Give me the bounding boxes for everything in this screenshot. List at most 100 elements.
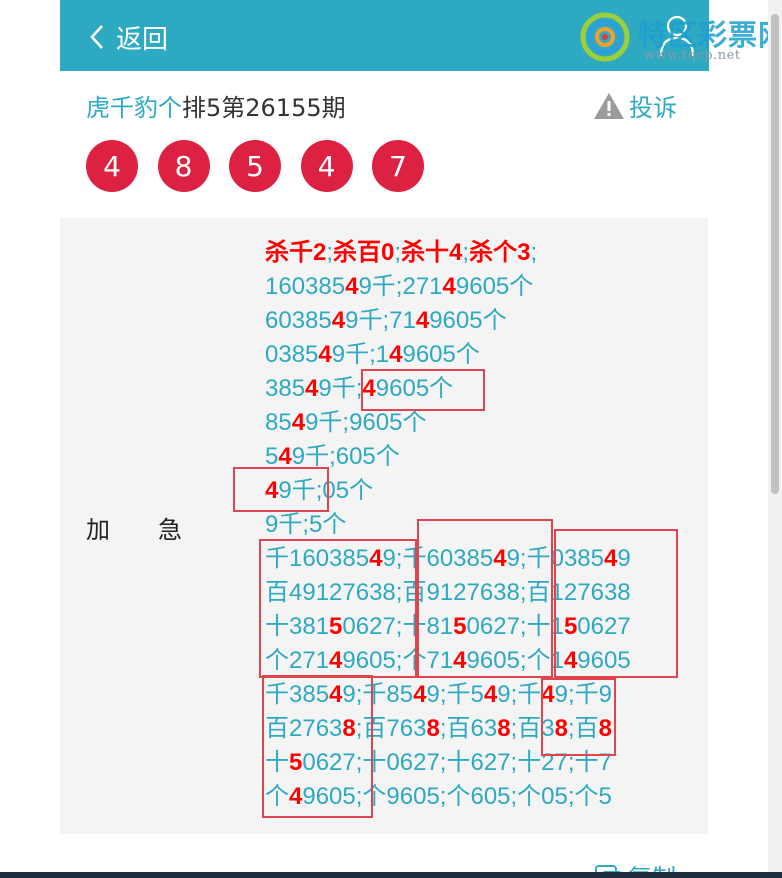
logo-emblem-icon (580, 12, 630, 62)
back-button[interactable]: 返回 (88, 18, 168, 56)
scrollbar-thumb[interactable] (771, 14, 779, 494)
line-text: 9;千 (497, 681, 542, 708)
title-prefix: 虎千豹个 (86, 94, 182, 122)
highlight-digit: 4 (291, 409, 306, 436)
highlight-digit: 4 (278, 443, 292, 470)
highlight-digit: 4 (453, 647, 467, 674)
line-text: 9;千85 (342, 681, 414, 708)
line-text: ;百 (567, 715, 599, 742)
highlight-digit: 4 (389, 341, 403, 368)
highlight-digit: 5 (329, 613, 343, 640)
line-text: 9605个 (375, 375, 454, 402)
highlight-digit: 杀十4 (401, 239, 463, 266)
line-text: ; (530, 239, 538, 266)
prediction-text: 杀千2;杀百0;杀十4;杀个3; 16038549千;27149605个 60385… (265, 236, 631, 814)
line-text: 5 (265, 443, 279, 470)
line-text: 9;千60385 (382, 545, 494, 572)
line-text: 9千;05个 (278, 477, 374, 504)
prediction-line: 6038549千;7149605个 (265, 304, 631, 338)
line-text: 9605;个71 (342, 647, 454, 674)
highlight-digit: 4 (493, 545, 507, 572)
line-text: 个271 (265, 647, 330, 674)
prediction-line: 千38549;千8549;千549;千49;千9 (265, 678, 631, 712)
line-text: 千160385 (265, 545, 370, 572)
number-ball: 4 (86, 140, 138, 192)
prediction-line: 千16038549;千6038549;千038549 (265, 542, 631, 576)
highlight-digit: 4 (331, 307, 346, 334)
line-text: ;百763 (355, 715, 427, 742)
number-ball: 8 (157, 140, 210, 192)
highlight-digit: 4 (329, 681, 343, 708)
line-text: 千385 (265, 681, 330, 708)
prediction-line: 百27638;百7638;百638;百38;百8 (265, 712, 631, 746)
line-text: 9605;个1 (466, 647, 564, 674)
line-text: 9;千5 (426, 681, 484, 708)
prediction-line: 十38150627;十8150627;十150627 (265, 610, 631, 644)
line-text: 百2763 (265, 715, 343, 742)
line-text: 160385 (265, 273, 346, 300)
line-text: 9千;5个 (265, 511, 347, 538)
highlight-digit: 5 (289, 749, 303, 776)
line-text: 十 (265, 749, 289, 776)
highlight-digit: 4 (541, 681, 555, 708)
line-text: 0385 (265, 341, 319, 368)
taskbar-strip (0, 872, 782, 878)
line-text: 9605;个9605;个605;个05;个5 (302, 783, 612, 810)
line-text: 9千; (318, 375, 363, 402)
highlight-digit: 5 (453, 613, 467, 640)
number-ball: 4 (300, 140, 353, 192)
line-text: 60385 (265, 307, 332, 334)
highlight-digit: 4 (305, 375, 319, 402)
highlight-digit: 杀千2 (265, 239, 327, 266)
scrollbar[interactable] (768, 0, 782, 878)
line-text: 9千;605个 (291, 443, 400, 470)
line-text: 9千;9605个 (305, 409, 427, 436)
highlight-digit: 8 (554, 715, 568, 742)
line-text: 9605个 (402, 341, 480, 368)
highlight-digit: 4 (362, 375, 376, 402)
line-text: 9;千0385 (506, 545, 604, 572)
highlight-digit: 4 (483, 681, 498, 708)
complain-button[interactable]: 投诉 (593, 88, 677, 123)
highlight-digit: 8 (342, 715, 356, 742)
line-text: 百49127638;百9127638;百127638 (265, 579, 631, 606)
highlight-digit: 杀百0 (333, 239, 395, 266)
prediction-line: 9千;5个 (265, 508, 631, 542)
line-text: 9千;1 (331, 341, 390, 368)
highlight-digit: 4 (289, 783, 303, 810)
line-text: 9 (617, 545, 631, 572)
line-text: 十381 (265, 613, 330, 640)
line-text: 9605个 (429, 307, 507, 334)
line-text: 0627;十81 (342, 613, 454, 640)
line-text: 9千;71 (345, 307, 416, 334)
line-text: 0627;十0627;十627;十27;十7 (302, 749, 612, 776)
prediction-line: 十50627;十0627;十627;十27;十7 (265, 746, 631, 780)
line-text: 9605个 (455, 273, 534, 300)
highlight-digit: 4 (369, 545, 383, 572)
prediction-line: 百49127638;百9127638;百127638 (265, 576, 631, 610)
prediction-line: 038549千;149605个 (265, 338, 631, 372)
line-text: 0627;十1 (466, 613, 564, 640)
highlight-digit: 4 (329, 647, 343, 674)
highlight-digit: 4 (318, 341, 332, 368)
number-ball: 7 (372, 140, 424, 192)
prediction-line: 38549千;49605个 (265, 372, 631, 406)
highlight-digit: 8 (598, 715, 612, 742)
line-text: 个 (265, 783, 289, 810)
highlight-digit: 4 (442, 273, 456, 300)
highlight-digit: 4 (413, 681, 427, 708)
prediction-line: 杀千2;杀百0;杀十4;杀个3; (265, 236, 631, 270)
prediction-line: 49千;05个 (265, 474, 631, 508)
line-text: 9千;271 (358, 273, 443, 300)
highlight-digit: 8 (426, 715, 440, 742)
highlight-digit: 4 (563, 647, 578, 674)
prediction-line: 8549千;9605个 (265, 406, 631, 440)
line-text: ;百63 (439, 715, 498, 742)
highlight-digit: 8 (497, 715, 511, 742)
line-text: 385 (265, 375, 306, 402)
prediction-line: 16038549千;27149605个 (265, 270, 631, 304)
highlight-digit: 杀个3 (469, 239, 531, 266)
watermark-logo: 特区彩票网 www.tqcp.net (578, 8, 782, 68)
number-ball: 5 (229, 140, 281, 192)
complain-label: 投诉 (629, 94, 677, 122)
